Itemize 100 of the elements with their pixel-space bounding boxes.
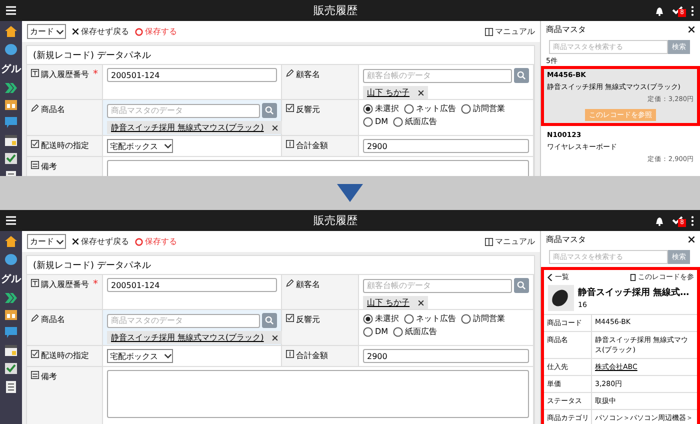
field-label: 顧客名 <box>296 69 321 80</box>
field-label: 商品名 <box>41 104 66 115</box>
remove-icon <box>418 90 424 96</box>
chevron-left-icon <box>547 274 553 280</box>
pencil-icon <box>286 279 294 287</box>
menu-icon[interactable] <box>6 216 16 225</box>
search-icon <box>265 106 274 115</box>
circle-icon <box>135 28 143 36</box>
more-icon[interactable] <box>691 216 694 226</box>
manual-link[interactable]: マニュアル <box>485 26 535 37</box>
checkbox-icon <box>286 104 294 112</box>
pencil-icon <box>31 314 39 322</box>
lookup-input[interactable]: 顧客台帳のデータ <box>363 68 512 82</box>
search-icon <box>517 71 526 80</box>
text-input[interactable]: 2900 <box>363 349 529 363</box>
radio-option[interactable]: 未選択 <box>363 103 399 114</box>
calendar-icon[interactable] <box>5 135 17 146</box>
chat-icon[interactable] <box>5 327 17 338</box>
text-input[interactable]: 2900 <box>363 139 529 153</box>
tag-link[interactable]: 山下 ちか子 <box>367 87 410 98</box>
field-label: 反響元 <box>296 104 321 115</box>
tag-link[interactable]: 静音スイッチ採用 無線式マウス(ブラック) <box>111 332 264 343</box>
radio-option[interactable]: ネット広告 <box>404 103 456 114</box>
note-icon <box>31 161 39 169</box>
save-button[interactable]: 保存する <box>135 26 177 37</box>
field-label: 購入履歴番号 <box>41 69 90 80</box>
close-icon <box>72 238 79 245</box>
lookup-input[interactable]: 商品マスタのデータ <box>107 104 260 118</box>
checkbox-icon <box>286 314 294 322</box>
delivery-select[interactable]: 宅配ボックス <box>107 349 173 363</box>
view-select[interactable]: カード <box>27 24 66 39</box>
home-icon[interactable] <box>5 26 17 37</box>
radio-option[interactable]: 未選択 <box>363 313 399 324</box>
manual-link[interactable]: マニュアル <box>485 236 535 247</box>
bell-icon[interactable] <box>655 6 664 16</box>
checklist-icon[interactable] <box>5 153 17 164</box>
save-button[interactable]: 保存する <box>135 236 177 247</box>
cancel-button[interactable]: 保存せず戻る <box>72 26 129 37</box>
text-input[interactable]: 200501-124 <box>107 278 277 292</box>
search-icon <box>265 316 274 325</box>
required-mark: * <box>93 69 98 80</box>
radio-option[interactable]: DM <box>363 326 388 337</box>
close-icon <box>72 28 79 35</box>
notes-textarea[interactable] <box>107 370 529 418</box>
search-icon <box>517 281 526 290</box>
record-title: 静音スイッチ採用 無線式… <box>578 287 690 299</box>
radio-option[interactable]: 訪問営業 <box>461 103 505 114</box>
home-icon[interactable] <box>5 236 17 247</box>
panel-heading: (新規レコード) データパネル <box>32 50 152 63</box>
close-icon <box>688 26 695 33</box>
app-title: 販売履歴 <box>312 213 358 228</box>
lookup-input[interactable]: 顧客台帳のデータ <box>363 278 512 292</box>
chat-icon[interactable] <box>5 117 17 128</box>
required-mark: * <box>93 279 98 290</box>
calendar-icon[interactable] <box>5 345 17 356</box>
cancel-button[interactable]: 保存せず戻る <box>72 236 129 247</box>
field-label: 合計金額 <box>296 140 329 151</box>
delivery-select[interactable]: 宅配ボックス <box>107 139 173 153</box>
more-icon[interactable] <box>691 6 694 16</box>
menu-icon[interactable] <box>6 6 16 15</box>
check-icon[interactable] <box>672 216 683 225</box>
sidebar-label[interactable]: グル <box>1 62 21 76</box>
check-icon[interactable] <box>672 6 683 15</box>
view-select[interactable]: カード <box>27 234 66 249</box>
tag-link[interactable]: 山下 ちか子 <box>367 297 410 308</box>
field-label: 顧客名 <box>296 279 321 290</box>
remove-icon <box>418 300 424 306</box>
checkbox-icon <box>31 350 39 358</box>
search-button[interactable] <box>262 313 277 328</box>
circle-icon <box>135 238 143 246</box>
mouse-photo-drawing <box>548 285 574 311</box>
field-label: 購入履歴番号 <box>41 279 90 290</box>
radio-option[interactable]: DM <box>363 116 388 127</box>
sidebar-label[interactable]: グル <box>1 272 21 286</box>
search-button[interactable] <box>514 278 529 293</box>
bell-icon[interactable] <box>655 216 664 226</box>
field-label: 配送時の指定 <box>41 350 90 361</box>
list-icon[interactable] <box>6 381 16 393</box>
lookup-input[interactable]: 商品マスタのデータ <box>107 314 260 328</box>
field-label: 備考 <box>41 161 58 172</box>
panel-title: 商品マスタ <box>546 234 586 245</box>
panel-title: 商品マスタ <box>546 24 586 35</box>
search-button[interactable] <box>514 68 529 83</box>
panel-heading: (新規レコード) データパネル <box>32 260 152 273</box>
radio-option[interactable]: 紙面広告 <box>393 326 438 337</box>
caret-icon <box>56 28 64 36</box>
checklist-icon[interactable] <box>5 363 17 374</box>
checkbox-icon <box>31 140 39 148</box>
field-label: 配送時の指定 <box>41 140 90 151</box>
search-button[interactable] <box>262 103 277 118</box>
radio-option[interactable]: ネット広告 <box>404 313 456 324</box>
document-icon <box>630 274 636 280</box>
radio-option[interactable]: 紙面広告 <box>393 116 438 127</box>
caret-icon <box>164 142 172 150</box>
field-label: 合計金額 <box>296 350 329 361</box>
chevrons-icon[interactable] <box>5 293 17 303</box>
tag-link[interactable]: 静音スイッチ採用 無線式マウス(ブラック) <box>111 122 264 133</box>
radio-option[interactable]: 訪問営業 <box>461 313 505 324</box>
chevrons-icon[interactable] <box>5 83 17 93</box>
text-input[interactable]: 200501-124 <box>107 68 277 82</box>
